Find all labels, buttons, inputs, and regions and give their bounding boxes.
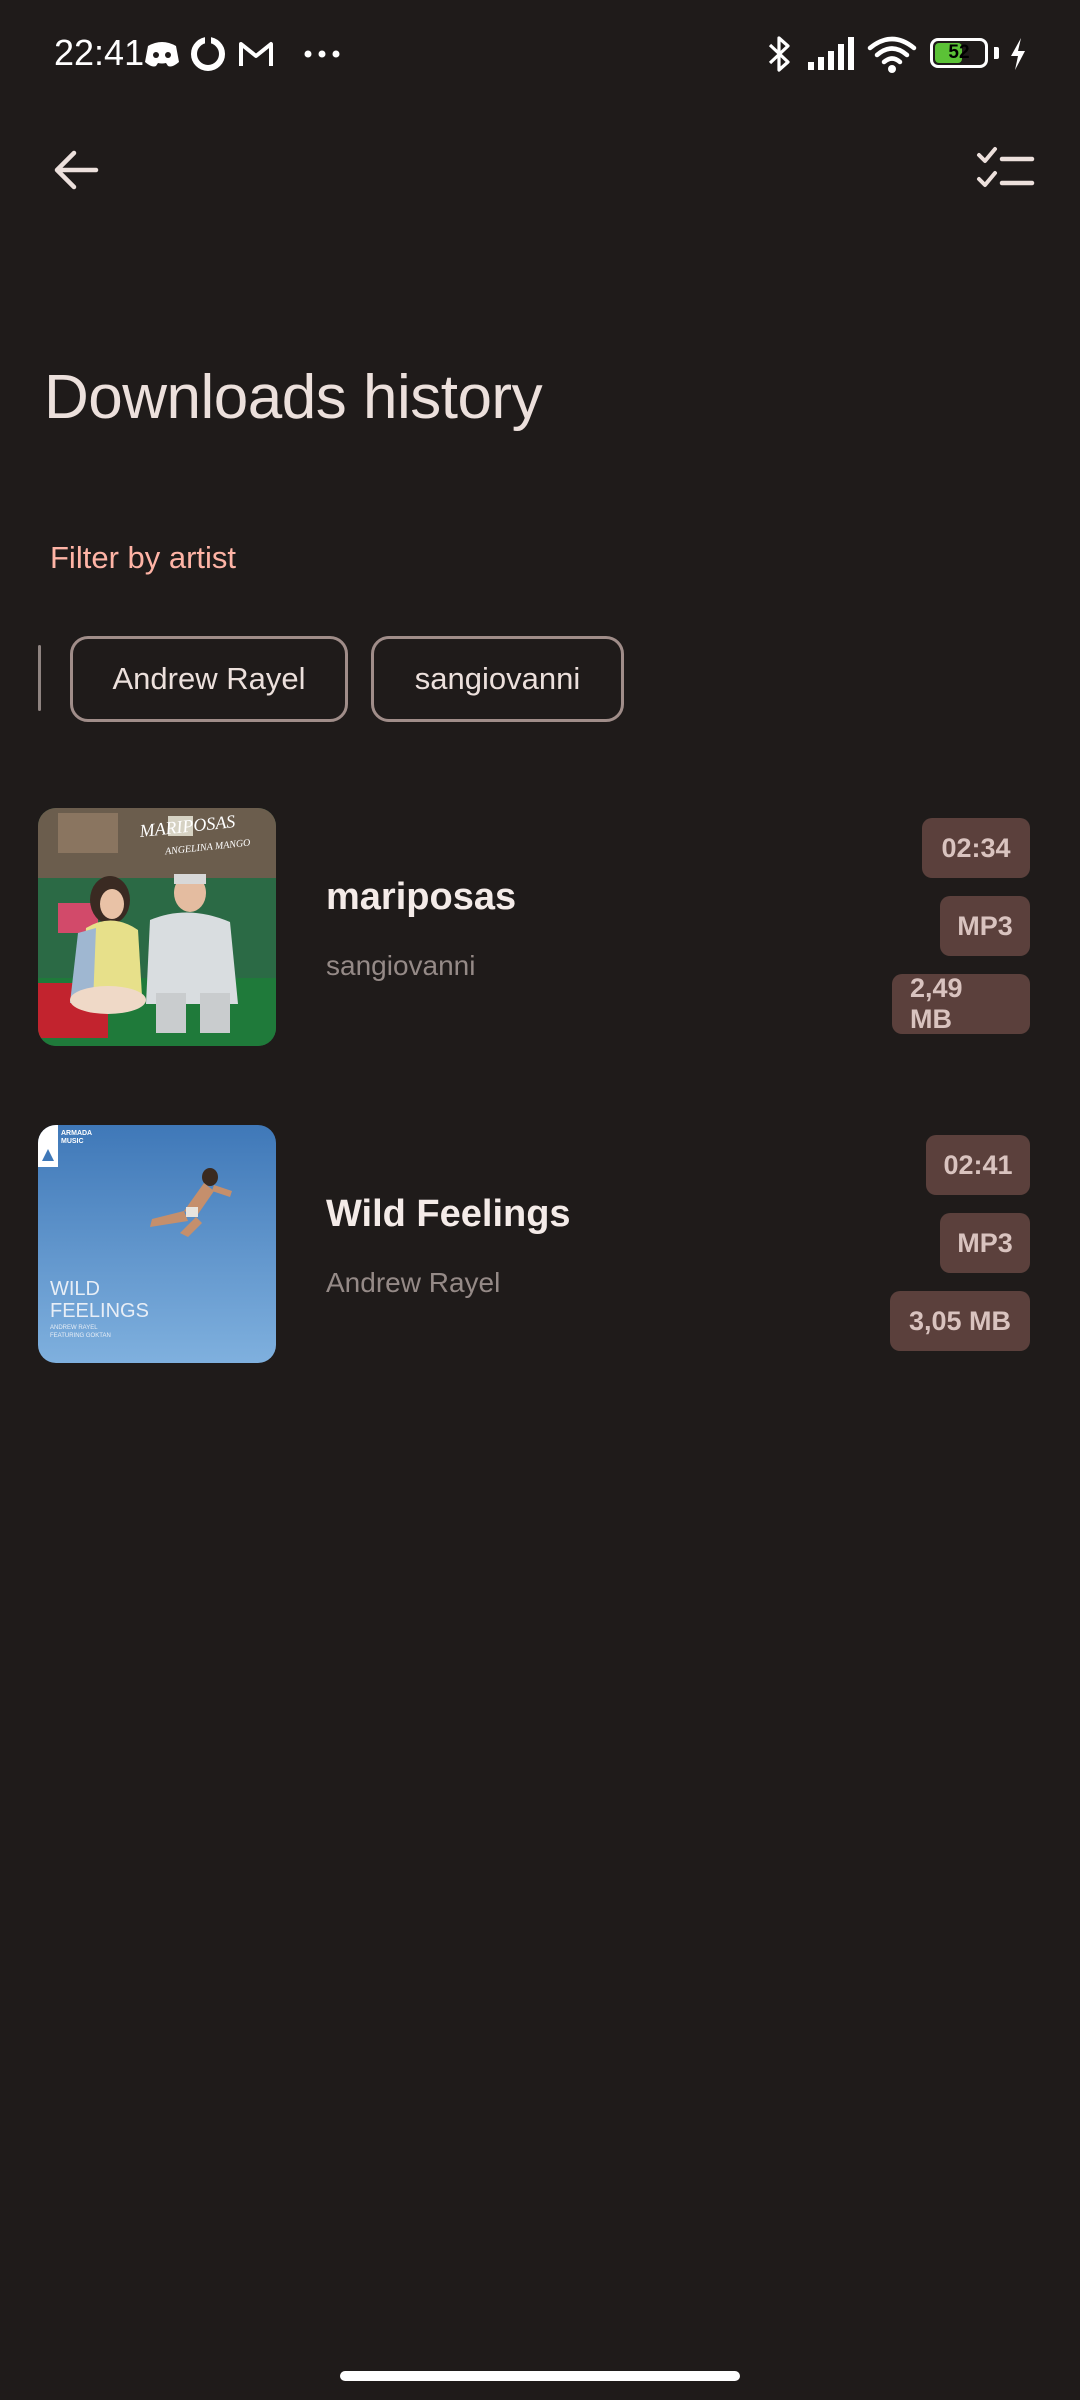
home-indicator[interactable]: [340, 2371, 740, 2381]
cover-label-line2: MUSIC: [61, 1138, 84, 1145]
charging-icon: [1011, 38, 1025, 70]
chip-scroll-edge: [38, 645, 41, 711]
checklist-icon: [977, 147, 1035, 187]
album-cover: MARIPOSAS ANGELINA MANGO: [38, 808, 276, 1046]
circle-app-icon: [191, 36, 225, 71]
status-bar: 22:41 52: [0, 0, 1080, 110]
battery-nub: [994, 47, 999, 59]
duration-badge: 02:34: [922, 818, 1030, 878]
wifi-icon: [867, 36, 917, 73]
gmail-icon: [239, 42, 273, 66]
cover-credit-line2: FEATURING GOKTAN: [50, 1333, 111, 1339]
discord-icon: [145, 42, 179, 67]
back-button[interactable]: [36, 130, 116, 210]
song-artist: sangiovanni: [326, 950, 476, 981]
size-badge: 3,05 MB: [890, 1291, 1030, 1351]
size-badge: 2,49 MB: [892, 973, 1030, 1034]
song-artist: Andrew Rayel: [326, 1267, 501, 1298]
album-cover-image: MARIPOSAS ANGELINA MANGO: [38, 808, 276, 1046]
format-badge: MP3: [940, 1213, 1030, 1273]
battery-level-text: 52: [948, 42, 970, 63]
filter-label: Filter by artist: [50, 540, 237, 575]
page-title: Downloads history: [44, 363, 543, 432]
filter-chip-sangiovanni[interactable]: sangiovanni: [371, 636, 624, 722]
format-badge: MP3: [940, 896, 1030, 956]
list-item[interactable]: ARMADA MUSIC WILD FEELINGS ANDREW RAYEL …: [0, 1125, 1080, 1385]
song-title: Wild Feelings: [326, 1193, 571, 1235]
cover-title-line1: WILD: [50, 1278, 100, 1300]
more-dots-icon: [304, 50, 340, 58]
cover-label-line1: ARMADA: [61, 1130, 92, 1137]
list-item[interactable]: MARIPOSAS ANGELINA MANGO mariposas sangi…: [0, 808, 1080, 1068]
bluetooth-icon: [768, 36, 790, 72]
status-time: 22:41: [54, 32, 145, 73]
cover-title-line2: FEELINGS: [50, 1300, 149, 1322]
album-cover-image: ARMADA MUSIC WILD FEELINGS ANDREW RAYEL …: [38, 1125, 276, 1363]
cover-credit-line1: ANDREW RAYEL: [50, 1325, 98, 1331]
album-cover: ARMADA MUSIC WILD FEELINGS ANDREW RAYEL …: [38, 1125, 276, 1363]
filter-chip-andrew-rayel[interactable]: Andrew Rayel: [70, 636, 348, 722]
signal-icon: [808, 37, 854, 70]
arrow-left-icon: [54, 150, 99, 190]
song-title: mariposas: [326, 876, 517, 918]
select-items-button[interactable]: [966, 130, 1046, 210]
battery-icon: 52: [930, 38, 988, 68]
duration-badge: 02:41: [926, 1135, 1030, 1195]
